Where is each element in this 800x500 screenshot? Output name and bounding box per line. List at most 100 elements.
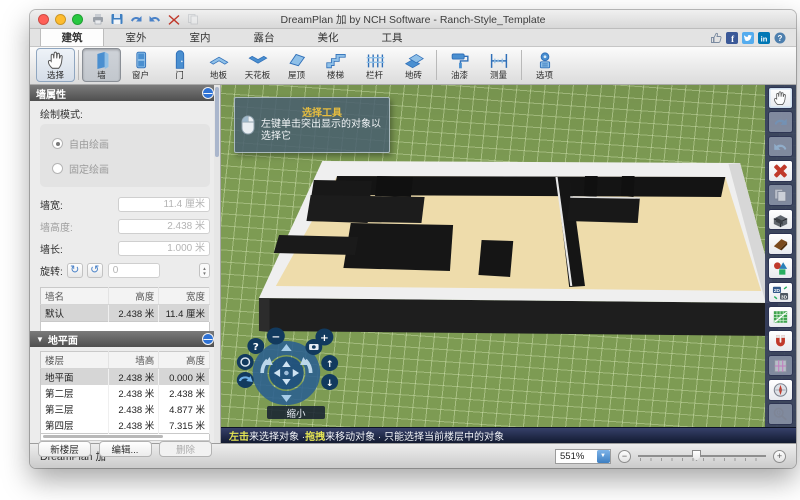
- rotate-cw-button[interactable]: ↻: [67, 263, 83, 278]
- 3d-viewport[interactable]: − + ? ↑ ↓: [221, 85, 796, 427]
- window-icon: [129, 50, 153, 70]
- wall-properties-title: 墙属性: [36, 86, 66, 101]
- show-objects-button[interactable]: [768, 257, 793, 279]
- collapse-floors-panel-button[interactable]: —: [202, 333, 214, 345]
- ribbon-tiles-button[interactable]: 地砖: [394, 48, 433, 82]
- ribbon-ceiling-button[interactable]: 天花板: [238, 48, 277, 82]
- titlebar-delete-icon[interactable]: [167, 13, 181, 25]
- wall-length-row: 墙长: 1.000 米: [30, 237, 220, 259]
- svg-text:3D: 3D: [781, 294, 788, 300]
- nav-hover-label: 缩小: [267, 406, 325, 419]
- title-bar: DreamPlan 加 by NCH Software - Ranch-Styl…: [30, 10, 796, 29]
- floors-header[interactable]: ▼ 地平面 —: [30, 331, 220, 347]
- paint-icon: [448, 50, 472, 70]
- floors-button-0[interactable]: 新楼层: [38, 441, 91, 457]
- svg-text:?: ?: [778, 34, 783, 43]
- titlebar-redo-icon[interactable]: [148, 13, 162, 25]
- wall-properties-header[interactable]: 墙属性 —: [30, 85, 220, 101]
- show-terrain-button[interactable]: [768, 233, 793, 255]
- close-window-button[interactable]: [38, 14, 49, 25]
- view-2d-3d-button[interactable]: 2D3D: [768, 282, 793, 304]
- wall-length-label: 墙长:: [40, 241, 63, 256]
- wall-width-input[interactable]: 11.4 厘米: [118, 197, 210, 212]
- ribbon-floor-button[interactable]: 地板: [199, 48, 238, 82]
- floors-button-1[interactable]: 编辑...: [99, 441, 152, 457]
- ribbon-options-button[interactable]: 选项: [525, 48, 564, 82]
- duplicate-button: [768, 184, 793, 206]
- tab-1[interactable]: 室外: [104, 29, 168, 46]
- ribbon-wall-button[interactable]: 墙: [82, 48, 121, 82]
- titlebar-undo-icon[interactable]: [129, 13, 143, 25]
- ribbon-roof-button[interactable]: 屋顶: [277, 48, 316, 82]
- compass-button[interactable]: [768, 379, 793, 401]
- zoom-level-select[interactable]: 551% ▼: [555, 449, 611, 464]
- titlebar-save-icon[interactable]: [110, 13, 124, 25]
- minimize-window-button[interactable]: [55, 14, 66, 25]
- svg-text:?: ?: [253, 341, 259, 353]
- wall-length-input[interactable]: 1.000 米: [118, 241, 210, 256]
- wall-width-row: 墙宽: 11.4 厘米: [30, 193, 220, 215]
- zoom-level-value: 551%: [556, 451, 597, 462]
- table-row[interactable]: 默认2.438 米11.4 厘米: [41, 305, 210, 322]
- nav-widget: − + ? ↑ ↓: [237, 328, 338, 403]
- show-grid-button[interactable]: [768, 306, 793, 328]
- info-icon[interactable]: ?: [774, 32, 786, 44]
- zoom-slider[interactable]: [638, 450, 766, 462]
- radio-fixed-draw[interactable]: 固定绘画: [52, 161, 198, 176]
- pan-tool-button[interactable]: [768, 87, 793, 109]
- ribbon-window-button[interactable]: 窗户: [121, 48, 160, 82]
- wall-styles-table[interactable]: 墙名高度宽度默认2.438 米11.4 厘米: [40, 287, 210, 322]
- table-row[interactable]: 地平面2.438 米0.000 米: [41, 369, 210, 386]
- ribbon-door-button[interactable]: 门: [160, 48, 199, 82]
- radio-fixed-draw-dot[interactable]: [52, 163, 63, 174]
- show-walls-button[interactable]: [768, 209, 793, 231]
- tab-0[interactable]: 建筑: [40, 29, 104, 46]
- tool-tooltip: 选择工具 左键单击突出显示的对象以选择它: [234, 97, 390, 153]
- rotate-stepper[interactable]: ▲▼: [199, 263, 210, 278]
- tab-5[interactable]: 工具: [360, 29, 424, 46]
- facebook-icon[interactable]: f: [726, 32, 738, 44]
- radio-free-draw-dot[interactable]: [52, 138, 63, 149]
- railing-icon: [363, 50, 387, 70]
- ribbon-railing-button[interactable]: 栏杆: [355, 48, 394, 82]
- zoom-window-button[interactable]: [72, 14, 83, 25]
- collapse-arrow-icon: ▼: [36, 335, 44, 344]
- floors-table[interactable]: 楼层墙高高度地平面2.438 米0.000 米第二层2.438 米2.438 米…: [40, 351, 210, 434]
- tab-4[interactable]: 美化: [296, 29, 360, 46]
- ribbon-measure-button[interactable]: 测量: [479, 48, 518, 82]
- zoom-in-button[interactable]: +: [773, 450, 786, 463]
- linkedin-icon[interactable]: in: [758, 32, 770, 44]
- table-row[interactable]: 第二层2.438 米2.438 米: [41, 385, 210, 401]
- ribbon-toolbar: 选择墙窗户门地板天花板屋顶楼梯栏杆地砖油漆测量选项: [30, 47, 796, 85]
- ribbon-stairs-button[interactable]: 楼梯: [316, 48, 355, 82]
- rotate-ccw-button[interactable]: ↺: [87, 263, 103, 278]
- titlebar-print-icon[interactable]: [91, 13, 105, 25]
- snap-magnet-button[interactable]: [768, 330, 793, 352]
- ceiling-icon: [246, 50, 270, 70]
- svg-text:−: −: [271, 331, 280, 343]
- measure-icon: [487, 50, 511, 70]
- like-icon[interactable]: [710, 32, 722, 44]
- zoom-out-button[interactable]: −: [618, 450, 631, 463]
- ribbon-hand-button[interactable]: 选择: [36, 48, 75, 82]
- ribbon-paint-button[interactable]: 油漆: [440, 48, 479, 82]
- roof-icon: [285, 50, 309, 70]
- panel-vscrollbar[interactable]: [214, 85, 220, 443]
- ribbon-separator: [436, 50, 437, 80]
- floors-table-hscrollbar[interactable]: [40, 434, 210, 441]
- mouse-icon: [241, 115, 255, 135]
- radio-fixed-draw-label: 固定绘画: [69, 161, 109, 176]
- wall-icon: [90, 50, 114, 70]
- zoom-select-arrow-icon[interactable]: ▼: [597, 450, 610, 463]
- table-row[interactable]: 第三层2.438 米4.877 米: [41, 401, 210, 417]
- collapse-wall-panel-button[interactable]: —: [202, 87, 214, 99]
- table-row[interactable]: 第四层2.438 米7.315 米: [41, 417, 210, 434]
- door-icon: [168, 50, 192, 70]
- rotate-input[interactable]: 0: [108, 263, 160, 278]
- tab-2[interactable]: 室内: [168, 29, 232, 46]
- wall-properties-body: 绘制模式: 自由绘画 固定绘画 墙宽: 11.4 厘米 墙高度: [30, 101, 220, 331]
- twitter-icon[interactable]: [742, 32, 754, 44]
- radio-free-draw[interactable]: 自由绘画: [52, 136, 198, 151]
- delete-button[interactable]: [768, 160, 793, 182]
- tab-3[interactable]: 露台: [232, 29, 296, 46]
